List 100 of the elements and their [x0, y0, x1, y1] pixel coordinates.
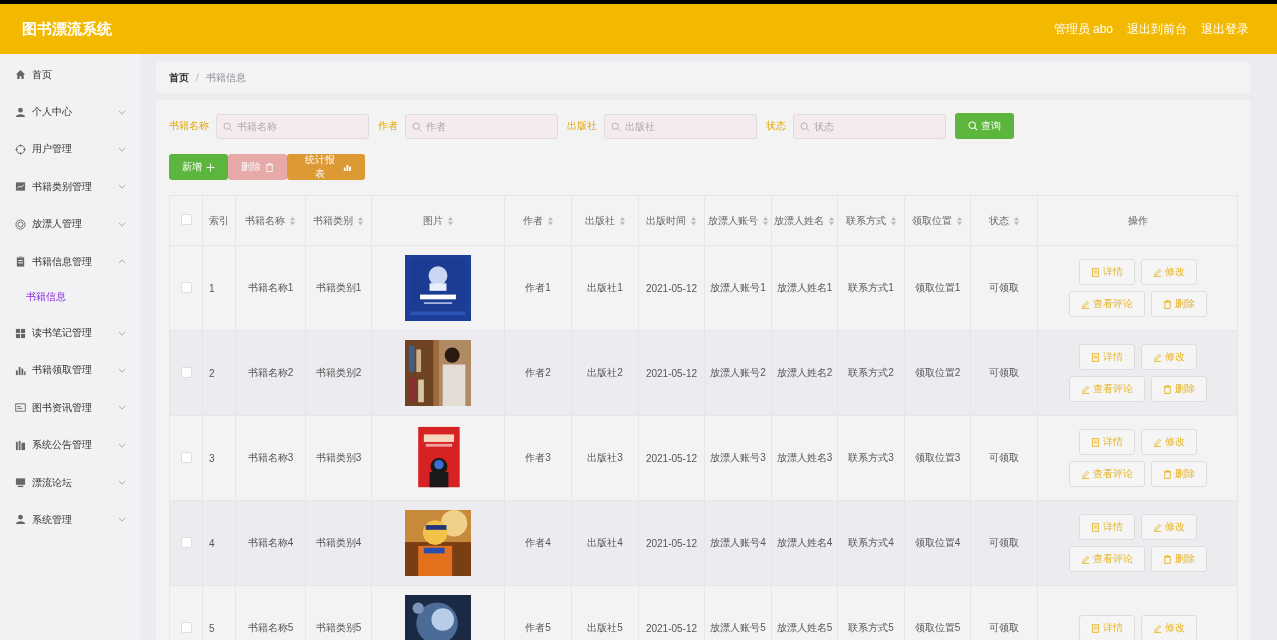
- table-cell: 联系方式3: [848, 452, 894, 463]
- sort-icon[interactable]: [289, 215, 296, 226]
- search-field[interactable]: 书籍名称: [216, 113, 369, 139]
- search-field[interactable]: 出版社: [604, 113, 757, 139]
- table-cell: 出版社2: [587, 367, 623, 378]
- table-cell: 书籍类别5: [315, 622, 362, 633]
- pencil-icon: [1152, 352, 1162, 362]
- column-header[interactable]: 领取位置: [912, 214, 963, 226]
- sidebar-item[interactable]: 个人中心: [0, 93, 140, 131]
- sidebar-item[interactable]: 读书笔记管理: [0, 314, 140, 352]
- plus-icon: [206, 162, 215, 172]
- chevron-down-icon: [118, 367, 126, 373]
- column-header[interactable]: 状态: [988, 214, 1020, 226]
- column-header: 索引: [209, 214, 229, 226]
- sidebar-item[interactable]: 首页: [0, 56, 140, 94]
- sort-icon[interactable]: [761, 215, 769, 226]
- sidebar-item[interactable]: 图书资讯管理: [0, 389, 140, 427]
- pencil-icon: [1152, 623, 1162, 633]
- table-cell: 书籍名称1: [247, 282, 294, 293]
- column-header[interactable]: 作者: [522, 214, 554, 226]
- sidebar-item[interactable]: 放漂人管理: [0, 205, 140, 243]
- checkbox[interactable]: [180, 366, 192, 378]
- column-header[interactable]: 出版时间: [646, 214, 697, 226]
- checkbox[interactable]: [180, 451, 192, 463]
- table-cell: 书籍名称5: [247, 622, 294, 633]
- table-cell: 放漂人账号4: [710, 537, 766, 548]
- table-cell: 2021-05-12: [645, 367, 698, 379]
- column-header[interactable]: 出版社: [584, 214, 626, 226]
- checkbox[interactable]: [180, 281, 192, 293]
- column-header[interactable]: 书籍类别: [313, 214, 364, 226]
- table-cell: 书籍名称3: [247, 452, 294, 463]
- sidebar-item[interactable]: 书籍领取管理: [0, 351, 140, 390]
- pencil-icon: [1080, 384, 1090, 394]
- pencil-icon: [1080, 469, 1090, 479]
- checkbox[interactable]: [180, 621, 192, 633]
- sort-icon[interactable]: [618, 215, 626, 226]
- document-icon: [1090, 267, 1100, 277]
- sort-icon[interactable]: [828, 215, 835, 226]
- table-cell: 领取位置1: [914, 282, 961, 293]
- table-cell: 可领取: [989, 282, 1019, 293]
- sort-icon[interactable]: [357, 215, 364, 226]
- chevron-down-icon: [118, 184, 126, 190]
- app-title: 图书漂流系统: [22, 19, 112, 39]
- sidebar-item[interactable]: 书籍类别管理: [0, 168, 140, 206]
- sidebar-item[interactable]: 系统管理: [0, 501, 140, 539]
- table-cell: 联系方式2: [848, 367, 894, 378]
- table-cell: 2021-05-12: [645, 622, 698, 634]
- trash-icon: [1162, 469, 1172, 479]
- checkbox[interactable]: [180, 536, 192, 548]
- table-cell: 3: [209, 452, 215, 464]
- table-cell: 放漂人姓名1: [776, 282, 833, 293]
- sort-icon[interactable]: [546, 215, 554, 226]
- crosshair-icon: [15, 143, 26, 155]
- sidebar-item[interactable]: 用户管理: [0, 130, 140, 169]
- clipboard-icon: [15, 256, 26, 268]
- sidebar-item[interactable]: 系统公告管理: [0, 426, 140, 464]
- search-icon: [412, 121, 422, 132]
- sidebar-item[interactable]: 漂流论坛: [0, 463, 140, 502]
- sort-icon[interactable]: [690, 215, 697, 226]
- table-cell: 领取位置4: [914, 537, 961, 548]
- sort-icon[interactable]: [956, 215, 963, 226]
- document-icon: [1090, 352, 1100, 362]
- ring-icon: [15, 218, 26, 230]
- table-cell: 可领取: [989, 452, 1019, 463]
- table-cell: 1: [209, 282, 215, 294]
- column-header[interactable]: 图片: [422, 214, 454, 226]
- breadcrumb-separator: /: [196, 72, 199, 83]
- sort-icon[interactable]: [889, 215, 897, 226]
- sort-icon[interactable]: [446, 215, 454, 226]
- person-icon: [15, 514, 26, 526]
- table-cell: 领取位置2: [914, 367, 961, 378]
- column-header[interactable]: 书籍名称: [245, 214, 296, 226]
- table-cell: 放漂人姓名3: [776, 452, 833, 463]
- chevron-down-icon: [118, 109, 126, 115]
- pencil-icon: [1152, 437, 1162, 447]
- search-icon: [611, 121, 621, 132]
- table-cell: 书籍名称2: [247, 367, 294, 378]
- table-cell: 作者4: [525, 537, 551, 548]
- checkbox[interactable]: [180, 214, 192, 225]
- bar-chart-icon: [15, 364, 26, 376]
- sort-icon[interactable]: [1012, 215, 1020, 226]
- chevron-up-icon: [118, 259, 126, 265]
- table-cell: 书籍类别2: [315, 367, 362, 378]
- sidebar-subitem[interactable]: 书籍信息: [0, 280, 140, 315]
- sidebar-item[interactable]: 书籍信息管理: [0, 242, 140, 281]
- table-cell: 作者3: [525, 452, 551, 463]
- table-cell: 放漂人账号1: [710, 282, 766, 293]
- table-cell: 出版社4: [587, 537, 623, 548]
- column-header[interactable]: 联系方式: [845, 214, 897, 226]
- field-label: 出版社: [567, 119, 597, 133]
- search-field[interactable]: 状态: [793, 113, 946, 139]
- field-label: 状态: [766, 119, 786, 133]
- table-cell: 4: [209, 537, 215, 549]
- breadcrumb-item[interactable]: 首页: [169, 70, 189, 85]
- search-field[interactable]: 作者: [405, 113, 558, 139]
- trash-icon: [1162, 554, 1172, 564]
- table-cell: 可领取: [989, 622, 1019, 633]
- person-icon: [15, 106, 26, 118]
- chevron-down-icon: [118, 480, 126, 486]
- chevron-down-icon: [118, 517, 126, 523]
